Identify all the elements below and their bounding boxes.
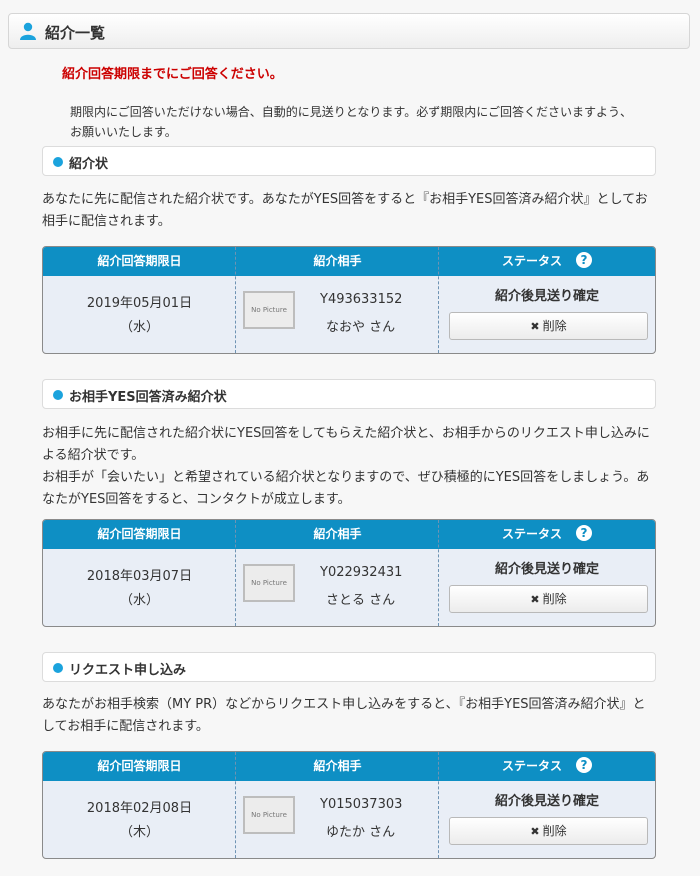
column-header-deadline: 紹介回答期限日 [97,527,182,541]
status-header-label: ステータス [501,759,562,773]
status-cell: 紹介後見送り確定 ✖ 削除 [439,781,655,858]
section-title: リクエスト申し込み [69,663,187,678]
intro-table: 紹介回答期限日 紹介相手 ステータス? 2018年02月08日 （木） No P… [42,751,656,859]
section-description: あなたがお相手検索（MY PR）などからリクエスト申し込みをすると、『お相手YE… [42,697,646,734]
deadline-date: 2018年02月08日 [86,801,193,816]
partner-photo-placeholder[interactable]: No Picture [243,291,295,329]
partner-photo-placeholder[interactable]: No Picture [243,796,295,834]
delete-label: 削除 [542,592,567,606]
table-header-row: 紹介回答期限日 紹介相手 ステータス? [43,520,655,549]
column-header-status: ステータス? [439,752,655,781]
section-header-introductions: 紹介状 [42,146,656,176]
intro-table: 紹介回答期限日 紹介相手 ステータス? 2019年05月01日 （水） No P… [42,246,656,354]
deadline-date: 2019年05月01日 [86,296,193,311]
bullet-dot-icon [53,157,63,167]
bullet-dot-icon [53,663,63,673]
help-icon[interactable]: ? [576,525,592,541]
section-title: 紹介状 [69,157,109,172]
partner-id: Y493633152 [320,292,403,307]
status-header-label: ステータス [501,527,562,541]
column-header-deadline: 紹介回答期限日 [97,254,182,268]
column-header-deadline: 紹介回答期限日 [97,759,182,773]
status-text: 紹介後見送り確定 [494,289,599,304]
table-header-row: 紹介回答期限日 紹介相手 ステータス? [43,752,655,781]
delete-label: 削除 [542,319,567,333]
column-header-partner: 紹介相手 [313,759,362,773]
partner-name: なおや さん [326,320,396,335]
delete-label: 削除 [542,824,567,838]
intro-table: 紹介回答期限日 紹介相手 ステータス? 2018年03月07日 （水） No P… [42,519,656,627]
column-header-partner: 紹介相手 [313,254,362,268]
partner-cell: No Picture Y022932431 さとる さん [236,549,439,626]
deadline-cell: 2018年03月07日 （水） [43,549,236,626]
section-description: お相手に先に配信された紹介状にYES回答をしてもらえた紹介状と、お相手からのリク… [42,426,650,507]
close-icon: ✖ [530,825,540,838]
help-icon[interactable]: ? [576,252,592,268]
partner-cell: No Picture Y015037303 ゆたか さん [236,781,439,858]
column-header-status: ステータス? [439,520,655,549]
page-header: 紹介一覧 [8,13,690,49]
column-header-status: ステータス? [439,247,655,276]
deadline-cell: 2019年05月01日 （水） [43,276,236,353]
deadline-cell: 2018年02月08日 （木） [43,781,236,858]
close-icon: ✖ [530,593,540,606]
section-title: お相手YES回答済み紹介状 [69,390,227,405]
status-cell: 紹介後見送り確定 ✖ 削除 [439,549,655,626]
deadline-notice: 期限内にご回答いただけない場合、自動的に見送りとなります。必ず期限内にご回答くだ… [70,105,632,139]
bullet-dot-icon [53,390,63,400]
partner-photo-placeholder[interactable]: No Picture [243,564,295,602]
status-cell: 紹介後見送り確定 ✖ 削除 [439,276,655,353]
deadline-weekday: （水） [119,593,159,608]
table-header-row: 紹介回答期限日 紹介相手 ステータス? [43,247,655,276]
deadline-date: 2018年03月07日 [86,569,193,584]
page-title: 紹介一覧 [45,24,106,42]
delete-button[interactable]: ✖ 削除 [449,817,648,845]
user-icon [20,22,36,40]
partner-name: ゆたか さん [326,825,396,840]
section-header-requests: リクエスト申し込み [42,652,656,682]
help-icon[interactable]: ? [576,757,592,773]
status-header-label: ステータス [501,254,562,268]
delete-button[interactable]: ✖ 削除 [449,312,648,340]
status-text: 紹介後見送り確定 [494,562,599,577]
close-icon: ✖ [530,320,540,333]
deadline-alert: 紹介回答期限までにご回答ください。 [62,67,283,82]
partner-name: さとる さん [326,593,396,608]
partner-cell: No Picture Y493633152 なおや さん [236,276,439,353]
section-header-yes-answered: お相手YES回答済み紹介状 [42,379,656,409]
deadline-weekday: （木） [119,825,159,840]
column-header-partner: 紹介相手 [313,527,362,541]
partner-id: Y015037303 [320,797,403,812]
partner-id: Y022932431 [320,565,403,580]
deadline-weekday: （水） [119,320,159,335]
section-description: あなたに先に配信された紹介状です。あなたがYES回答をすると『お相手YES回答済… [42,192,648,229]
delete-button[interactable]: ✖ 削除 [449,585,648,613]
status-text: 紹介後見送り確定 [494,794,599,809]
